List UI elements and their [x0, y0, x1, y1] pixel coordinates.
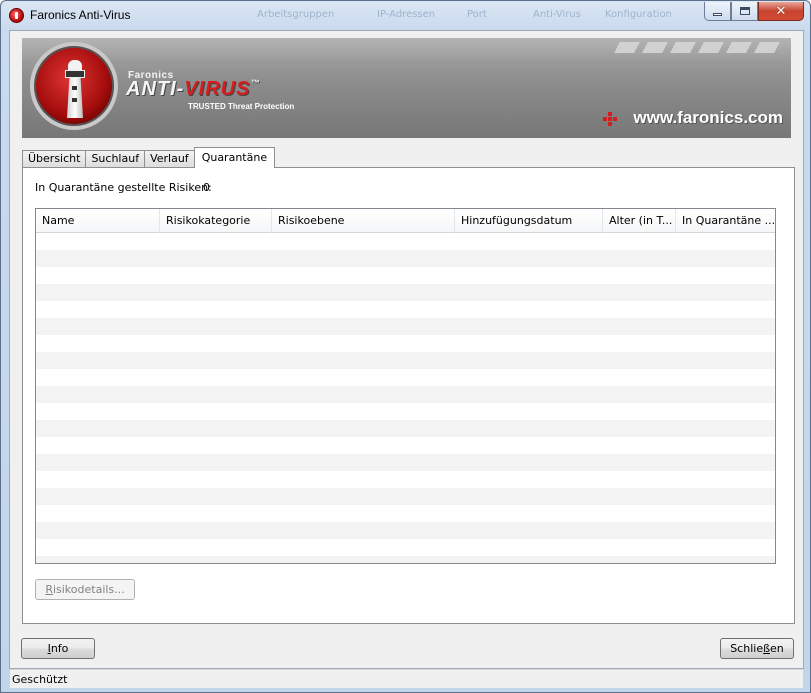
info-label: nfo: [50, 642, 69, 655]
window-title: Faronics Anti-Virus: [30, 8, 131, 22]
column-header-age[interactable]: Alter (in T...: [603, 209, 676, 233]
tab-overview[interactable]: Übersicht: [22, 150, 87, 168]
quarantine-panel: In Quarantäne gestellte Risiken: 0 Name …: [22, 167, 795, 624]
list-item: [36, 301, 775, 318]
brand-product-part2: VIRUS: [184, 78, 251, 100]
quarantine-list[interactable]: Name Risikokategorie Risikoebene Hinzufü…: [35, 208, 776, 564]
list-item: [36, 233, 775, 250]
quarantine-count-value: 0: [203, 181, 210, 194]
close-icon: ✕: [775, 3, 787, 19]
arrow-icon: [603, 112, 617, 126]
minimize-button[interactable]: [704, 2, 731, 21]
list-item: [36, 522, 775, 539]
tab-history[interactable]: Verlauf: [144, 150, 195, 168]
brand-tagline: TRUSTED Threat Protection: [188, 102, 295, 111]
list-item: [36, 454, 775, 471]
list-item: [36, 488, 775, 505]
lighthouse-logo-icon: [30, 42, 118, 130]
ghost-menu-item: IP-Adressen: [377, 9, 436, 20]
client-area: Faronics ANTI-VIRUS™ TRUSTED Threat Prot…: [9, 30, 804, 688]
status-text: Geschützt: [12, 673, 68, 686]
close-label-rest: en: [770, 642, 784, 655]
list-header: Name Risikokategorie Risikoebene Hinzufü…: [36, 209, 775, 233]
close-label-prefix: Schlie: [730, 642, 764, 655]
risk-details-label: isikodetails...: [52, 583, 125, 596]
list-item: [36, 369, 775, 386]
banner-stripes: [614, 42, 780, 53]
column-header-name[interactable]: Name: [36, 209, 160, 233]
list-item: [36, 318, 775, 335]
brand-trademark: ™: [250, 78, 261, 88]
column-header-quarantined[interactable]: In Quarantäne ...: [676, 209, 775, 233]
main-window: Faronics Anti-Virus Arbeitsgruppen IP-Ad…: [0, 0, 811, 693]
tab-scan[interactable]: Suchlauf: [85, 150, 146, 168]
list-item: [36, 250, 775, 267]
caption-buttons: ✕: [704, 2, 804, 21]
column-header-category[interactable]: Risikokategorie: [160, 209, 272, 233]
minimize-icon: [713, 12, 722, 16]
list-item: [36, 403, 775, 420]
close-button[interactable]: Schließen: [720, 638, 794, 659]
maximize-button[interactable]: [731, 2, 758, 21]
risk-details-access-key: R: [45, 583, 53, 596]
list-item: [36, 284, 775, 301]
title-bar[interactable]: Faronics Anti-Virus Arbeitsgruppen IP-Ad…: [1, 1, 810, 29]
column-header-date-added[interactable]: Hinzufügungsdatum: [455, 209, 603, 233]
list-item: [36, 539, 775, 556]
tab-strip: Übersicht Suchlauf Verlauf Quarantäne: [22, 147, 276, 168]
tab-quarantine[interactable]: Quarantäne: [193, 147, 276, 168]
info-button[interactable]: Info: [21, 638, 95, 659]
ghost-menu-item: Konfiguration: [605, 9, 672, 20]
list-item: [36, 556, 775, 563]
list-item: [36, 420, 775, 437]
app-icon[interactable]: [9, 8, 24, 23]
ghost-menu-item: Anti-Virus: [533, 9, 581, 20]
maximize-icon: [739, 7, 750, 15]
list-rows: [36, 233, 775, 563]
product-banner: Faronics ANTI-VIRUS™ TRUSTED Threat Prot…: [22, 38, 791, 138]
list-item: [36, 437, 775, 454]
website-url: www.faronics.com: [633, 108, 783, 127]
list-item: [36, 386, 775, 403]
column-header-level[interactable]: Risikoebene: [272, 209, 455, 233]
close-window-button[interactable]: ✕: [758, 2, 804, 21]
list-item: [36, 335, 775, 352]
list-item: [36, 352, 775, 369]
brand-product: ANTI-VIRUS™: [126, 78, 260, 101]
ghost-menu-item: Port: [467, 9, 487, 20]
quarantine-count-label: In Quarantäne gestellte Risiken:: [35, 181, 212, 194]
list-item: [36, 267, 775, 284]
list-item: [36, 471, 775, 488]
brand-product-part1: ANTI-: [126, 78, 185, 100]
close-access-key: ß: [763, 642, 771, 655]
ghost-menu-item: Arbeitsgruppen: [257, 9, 335, 20]
list-item: [36, 505, 775, 522]
risk-details-button[interactable]: Risikodetails...: [35, 579, 135, 600]
status-bar: Geschützt: [10, 669, 803, 688]
